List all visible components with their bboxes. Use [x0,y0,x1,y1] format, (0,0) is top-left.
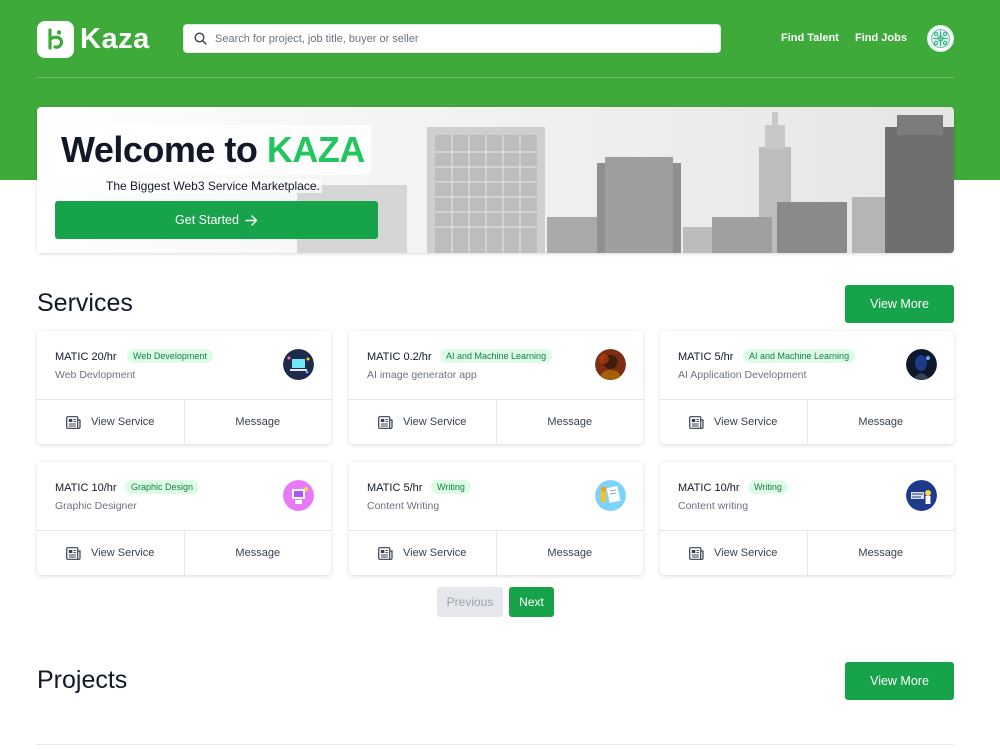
service-thumbnail [283,480,314,511]
avatar-pattern-icon [931,29,950,48]
service-thumbnail [906,480,937,511]
top-nav: Kaza Find Talent Find Jobs [37,20,954,58]
kaza-logo-icon[interactable] [37,20,74,58]
service-card: MATIC 5/hr AI and Machine Learning AI Ap… [660,331,954,444]
find-talent-link[interactable]: Find Talent [781,32,839,44]
view-service-button[interactable]: View Service [660,531,807,575]
hero-banner: Welcome to KAZA The Biggest Web3 Service… [37,107,954,253]
newspaper-icon [689,415,704,429]
view-service-label: View Service [714,416,778,428]
message-button[interactable]: Message [183,531,332,575]
view-service-button[interactable]: View Service [37,400,184,444]
service-thumbnail [283,349,314,380]
service-name: Graphic Designer [55,500,137,512]
hero-title-prefix: Welcome to [61,129,267,170]
service-category-tag: AI and Machine Learning [743,349,856,363]
newspaper-icon [66,546,81,560]
service-name: Content Writing [367,500,440,512]
services-view-more-button[interactable]: View More [845,285,954,323]
service-thumbnail [595,349,626,380]
hero-title-box: Welcome to KAZA [55,125,371,175]
service-category-tag: Web Development [127,349,213,363]
search-icon [194,32,207,45]
get-started-label: Get Started [175,213,239,227]
services-heading: Services [37,289,133,317]
newspaper-icon [378,415,393,429]
service-card: MATIC 5/hr Writing Content Writing View … [349,462,643,575]
view-service-label: View Service [403,547,467,559]
service-price: MATIC 20/hr [55,351,117,363]
section-divider [37,744,954,745]
hero-title-accent: KAZA [266,129,365,170]
message-button[interactable]: Message [183,400,332,444]
service-price: MATIC 10/hr [678,482,740,494]
service-category-tag: AI and Machine Learning [440,349,553,363]
message-button[interactable]: Message [806,531,955,575]
search-bar[interactable] [183,24,721,53]
service-card-info: MATIC 10/hr Writing Content writing [660,462,954,531]
message-button[interactable]: Message [495,531,644,575]
service-card-info: MATIC 10/hr Graphic Design Graphic Desig… [37,462,331,531]
view-service-label: View Service [403,416,467,428]
service-card-actions: View Service Message [37,400,331,444]
service-thumbnail [906,349,937,380]
service-card-info: MATIC 5/hr Writing Content Writing [349,462,643,531]
service-name: Web Devlopment [55,369,136,381]
service-price: MATIC 10/hr [55,482,117,494]
newspaper-icon [378,546,393,560]
service-card-actions: View Service Message [660,531,954,575]
view-service-button[interactable]: View Service [37,531,184,575]
service-card-actions: View Service Message [37,531,331,575]
newspaper-icon [66,415,81,429]
brand-name[interactable]: Kaza [80,23,150,56]
user-avatar[interactable] [927,25,954,52]
hero-title: Welcome to KAZA [61,129,365,171]
nav-divider [37,77,954,78]
service-card-info: MATIC 20/hr Web Development Web Devlopme… [37,331,331,400]
projects-heading: Projects [37,666,128,694]
service-card-actions: View Service Message [660,400,954,444]
service-card: MATIC 10/hr Graphic Design Graphic Desig… [37,462,331,575]
previous-page-button[interactable]: Previous [437,587,503,617]
service-card-info: MATIC 0.2/hr AI and Machine Learning AI … [349,331,643,400]
view-service-button[interactable]: View Service [349,531,496,575]
view-service-label: View Service [91,416,155,428]
view-service-button[interactable]: View Service [660,400,807,444]
service-category-tag: Graphic Design [125,480,200,494]
find-jobs-link[interactable]: Find Jobs [855,32,907,44]
newspaper-icon [689,546,704,560]
projects-view-more-button[interactable]: View More [845,662,954,700]
service-card-info: MATIC 5/hr AI and Machine Learning AI Ap… [660,331,954,400]
view-service-label: View Service [714,547,778,559]
view-service-label: View Service [91,547,155,559]
service-name: Content writing [678,500,749,512]
service-name: AI Application Development [678,369,807,381]
service-price: MATIC 5/hr [678,351,734,363]
service-price: MATIC 0.2/hr [367,351,432,363]
message-button[interactable]: Message [806,400,955,444]
get-started-button[interactable]: Get Started [55,201,378,239]
service-thumbnail [595,480,626,511]
service-category-tag: Writing [748,480,788,494]
search-input[interactable] [215,32,695,45]
service-card-actions: View Service Message [349,531,643,575]
service-card-actions: View Service Message [349,400,643,444]
service-price: MATIC 5/hr [367,482,423,494]
message-button[interactable]: Message [495,400,644,444]
arrow-right-icon [245,214,258,226]
service-category-tag: Writing [431,480,471,494]
service-name: AI image generator app [367,369,477,381]
next-page-button[interactable]: Next [509,587,554,617]
view-service-button[interactable]: View Service [349,400,496,444]
hero-subtitle: The Biggest Web3 Service Marketplace. [104,179,322,193]
service-card: MATIC 0.2/hr AI and Machine Learning AI … [349,331,643,444]
service-card: MATIC 20/hr Web Development Web Devlopme… [37,331,331,444]
service-card: MATIC 10/hr Writing Content writing View… [660,462,954,575]
